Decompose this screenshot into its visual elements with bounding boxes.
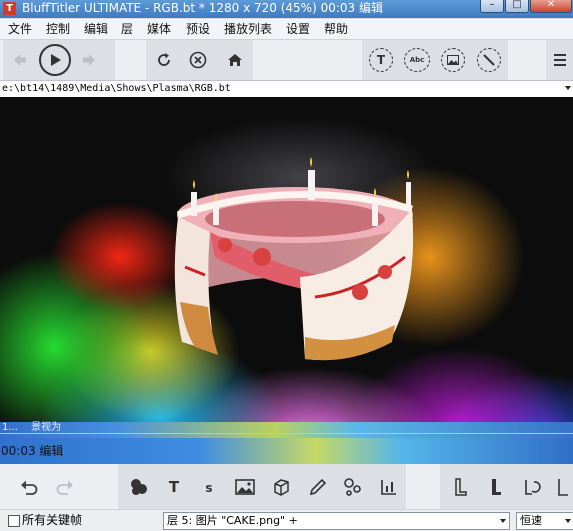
chevron-down-icon bbox=[565, 519, 571, 523]
speed-select-value: 恒速 bbox=[520, 514, 542, 527]
menu-media[interactable]: 媒体 bbox=[147, 22, 171, 36]
picture-icon[interactable] bbox=[441, 48, 465, 72]
timeline-label: 1... 景视为 bbox=[2, 422, 62, 433]
undo-icon[interactable] bbox=[18, 476, 40, 498]
cake-render bbox=[174, 157, 414, 361]
pencil-icon[interactable] bbox=[306, 475, 330, 499]
app-logo-icon: T bbox=[3, 2, 16, 15]
bottom-bar: 所有关键帧 层 5: 图片 "CAKE.png" + 恒速 bbox=[0, 509, 573, 531]
menu-control[interactable]: 控制 bbox=[46, 22, 70, 36]
layer-select-value: 层 5: 图片 "CAKE.png" + bbox=[167, 514, 298, 527]
close-button[interactable]: ✕ bbox=[530, 0, 572, 13]
timeline-bar[interactable]: 1... 景视为 bbox=[0, 422, 573, 438]
main-toolbar: T Abc bbox=[0, 40, 573, 80]
no-effect-icon[interactable] bbox=[477, 48, 501, 72]
home-icon[interactable] bbox=[225, 50, 245, 70]
audio-icon[interactable] bbox=[555, 475, 573, 499]
picture-icon[interactable] bbox=[233, 475, 257, 499]
menu-icon[interactable] bbox=[552, 52, 568, 68]
timeline-track bbox=[0, 433, 573, 434]
status-text: 00:03 编辑 bbox=[1, 444, 64, 458]
menu-layer[interactable]: 层 bbox=[121, 22, 133, 36]
speed-select[interactable]: 恒速 bbox=[516, 512, 573, 530]
particles-icon[interactable] bbox=[341, 475, 365, 499]
status-bar: 00:03 编辑 bbox=[0, 438, 573, 464]
all-keys-checkbox[interactable] bbox=[8, 515, 20, 527]
render-viewport[interactable] bbox=[0, 97, 573, 422]
small-text-icon[interactable]: s bbox=[199, 477, 219, 499]
menu-help[interactable]: 帮助 bbox=[324, 22, 348, 36]
stop-icon[interactable] bbox=[188, 50, 208, 70]
abc-text-icon[interactable]: Abc bbox=[404, 48, 430, 72]
layer-select[interactable]: 层 5: 图片 "CAKE.png" + bbox=[163, 512, 510, 530]
menu-bar: 文件 控制 编辑 层 媒体 预设 播放列表 设置 帮助 bbox=[0, 19, 573, 40]
menu-edit[interactable]: 编辑 bbox=[84, 22, 108, 36]
chart-icon[interactable] bbox=[377, 475, 401, 499]
title-bar: T BluffTitler ULTIMATE - RGB.bt * 1280 x… bbox=[0, 0, 573, 18]
text-icon[interactable]: T bbox=[163, 475, 185, 499]
window-title: BluffTitler ULTIMATE - RGB.bt * 1280 x 7… bbox=[22, 1, 383, 15]
forward-arrow-icon[interactable] bbox=[79, 50, 99, 70]
layer-blob-icon[interactable] bbox=[127, 475, 151, 499]
rotate-icon[interactable] bbox=[520, 475, 544, 499]
cube-icon[interactable] bbox=[269, 475, 293, 499]
chevron-down-icon[interactable] bbox=[565, 86, 571, 90]
menu-settings[interactable]: 设置 bbox=[286, 22, 310, 36]
layer-toolbar: T s bbox=[0, 464, 573, 509]
redo-icon[interactable] bbox=[54, 476, 76, 498]
column-l-icon[interactable] bbox=[485, 475, 507, 499]
menu-playlist[interactable]: 播放列表 bbox=[224, 22, 272, 36]
file-path: e:\bt14\1489\Media\Shows\Plasma\RGB.bt bbox=[2, 83, 231, 94]
chevron-down-icon bbox=[500, 519, 506, 523]
play-icon[interactable] bbox=[39, 44, 71, 76]
menu-file[interactable]: 文件 bbox=[8, 22, 32, 36]
refresh-icon[interactable] bbox=[154, 50, 174, 70]
path-combobox[interactable]: e:\bt14\1489\Media\Shows\Plasma\RGB.bt bbox=[0, 80, 573, 98]
text-layer-icon[interactable]: T bbox=[369, 48, 393, 72]
all-keys-label: 所有关键帧 bbox=[22, 513, 83, 527]
menu-presets[interactable]: 预设 bbox=[186, 22, 210, 36]
maximize-button[interactable]: □ bbox=[505, 0, 529, 13]
back-arrow-icon[interactable] bbox=[10, 50, 30, 70]
column-l-icon[interactable] bbox=[450, 475, 472, 499]
minimize-button[interactable]: – bbox=[480, 0, 504, 13]
